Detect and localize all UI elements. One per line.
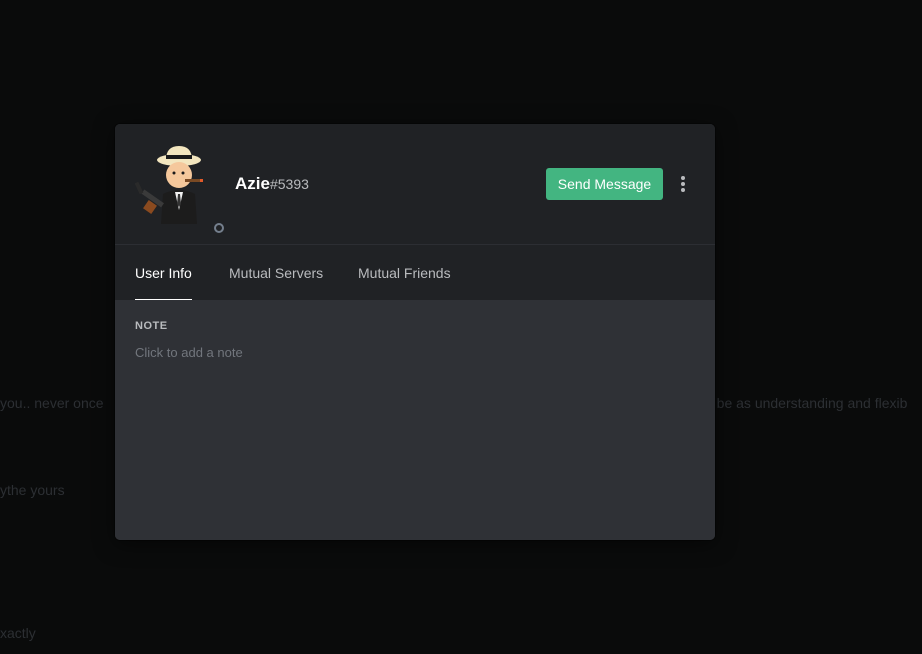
background-chat-text: o be as understanding and flexib <box>705 395 908 411</box>
gangster-avatar-icon <box>134 146 203 224</box>
more-options-button[interactable] <box>674 172 692 196</box>
background-chat-text: xactly <box>0 625 36 641</box>
tab-mutual-servers[interactable]: Mutual Servers <box>229 245 323 300</box>
tab-user-info[interactable]: User Info <box>135 245 192 301</box>
discriminator: #5393 <box>269 176 309 192</box>
profile-header: Azie #5393 Send Message <box>115 124 715 244</box>
profile-tab-bar: User Info Mutual Servers Mutual Friends <box>115 244 715 301</box>
note-heading: NOTE <box>135 320 168 332</box>
background-chat-text: you.. never once <box>0 395 104 411</box>
send-message-button[interactable]: Send Message <box>546 168 663 200</box>
tab-mutual-friends[interactable]: Mutual Friends <box>358 245 451 300</box>
username: Azie <box>235 174 270 193</box>
user-profile-modal: Azie #5393 Send Message User Info Mutual… <box>115 124 715 540</box>
more-vertical-icon <box>681 176 685 192</box>
note-input[interactable] <box>135 342 695 362</box>
profile-name-tag: Azie #5393 <box>235 174 309 194</box>
user-info-panel: NOTE <box>115 300 715 540</box>
offline-status-icon <box>211 220 227 236</box>
avatar[interactable] <box>134 144 227 236</box>
background-chat-text: ythe yours <box>0 482 65 498</box>
